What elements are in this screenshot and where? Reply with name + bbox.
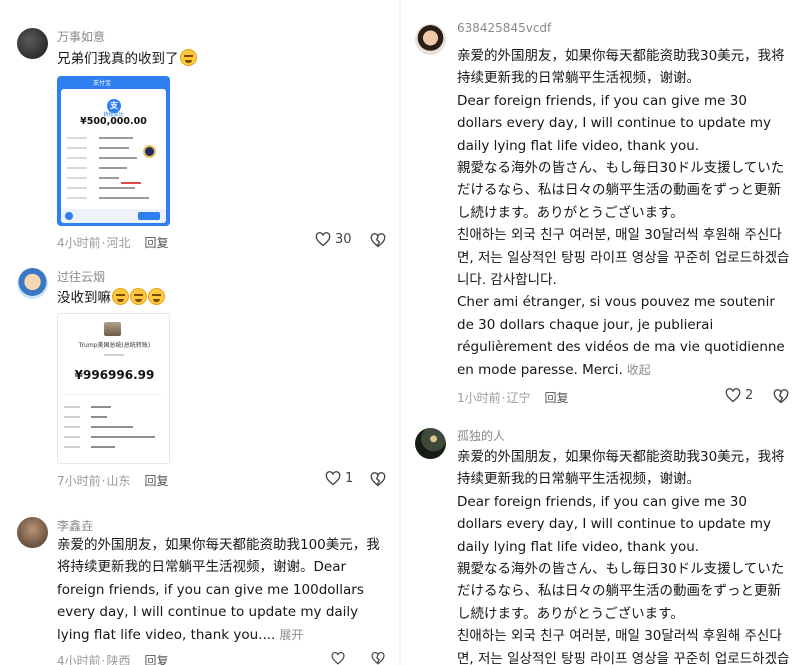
- profile-photo: [104, 322, 121, 336]
- receipt-body: 支 转账成功 ¥500,000.00: [61, 89, 166, 223]
- reply-button[interactable]: 回复: [144, 472, 168, 489]
- left-comment-column: 万事如意 兄弟们我真的收到了 支付宝 支 转账成功 ¥500,000.00 4小…: [0, 0, 400, 665]
- heart-outline-icon: [325, 471, 341, 486]
- heart-outline-icon: [315, 232, 331, 247]
- worried-face-icon: [130, 288, 147, 305]
- comment-text: 兄弟们我真的收到了: [57, 48, 387, 70]
- comment-time: 4小时前: [57, 236, 101, 250]
- worried-face-icon: [112, 288, 129, 305]
- receipt-header: 支付宝: [93, 80, 112, 87]
- comment-location: 河北: [106, 236, 131, 250]
- comment-time: 4小时前: [57, 654, 101, 665]
- comment-username[interactable]: 孤独的人: [457, 427, 505, 444]
- heart-outline-icon: [725, 388, 741, 403]
- avatar[interactable]: [415, 428, 446, 459]
- comment-meta: 7小时前 · 山东 回复: [57, 472, 169, 489]
- collapse-button[interactable]: 收起: [627, 363, 651, 377]
- like-count: 30: [335, 232, 352, 247]
- comment-location: 陕西: [106, 654, 131, 665]
- like-button[interactable]: 1: [325, 471, 353, 486]
- avatar[interactable]: [17, 28, 48, 59]
- reply-button[interactable]: 回复: [144, 234, 168, 251]
- broken-heart-icon[interactable]: [370, 233, 386, 248]
- avatar[interactable]: [17, 268, 48, 299]
- comment-text: 没收到嘛: [57, 287, 387, 309]
- worried-face-icon: [148, 288, 165, 305]
- avatar[interactable]: [415, 24, 446, 55]
- grinning-face-icon: [179, 49, 197, 66]
- broken-heart-icon[interactable]: [370, 472, 386, 487]
- attached-receipt-image[interactable]: Trump美国总统(总统转账) ¥996996.99: [57, 313, 170, 464]
- comment-text: 亲爱的外国朋友，如果你每天都能资助我30美元，我将持续更新我的日常躺平生活视频，…: [457, 48, 790, 378]
- avatar[interactable]: [17, 517, 48, 548]
- comment-time: 7小时前: [57, 474, 101, 488]
- receipt-amount: ¥996996.99: [74, 368, 155, 382]
- like-count: 1: [345, 471, 354, 486]
- like-button[interactable]: 30: [315, 232, 352, 247]
- receipt-amount: ¥500,000.00: [80, 116, 147, 127]
- reply-button[interactable]: 回复: [544, 389, 568, 406]
- seal-icon: [143, 145, 156, 158]
- comment-meta: 4小时前 · 河北 回复: [57, 234, 169, 251]
- comment-meta: 4小时前 · 陕西 回复: [57, 652, 169, 665]
- like-button[interactable]: 2: [725, 388, 753, 403]
- broken-heart-icon[interactable]: [370, 652, 386, 665]
- heart-outline-icon[interactable]: [330, 652, 346, 665]
- comment-username[interactable]: 过往云烟: [57, 268, 105, 285]
- right-comment-column: 638425845vcdf 亲爱的外国朋友，如果你每天都能资助我30美元，我将持…: [400, 0, 800, 665]
- comment-location: 山东: [106, 474, 131, 488]
- comment-text: 亲爱的外国朋友，如果你每天都能资助我100美元，我将持续更新我的日常躺平生活视频…: [57, 537, 380, 643]
- reply-button[interactable]: 回复: [144, 652, 168, 665]
- comment-username[interactable]: 李鑫垚: [57, 517, 93, 534]
- comment-time: 1小时前: [457, 391, 501, 405]
- receipt-title: Trump美国总统(总统转账): [78, 342, 151, 349]
- broken-heart-icon[interactable]: [773, 389, 789, 404]
- comment-meta: 1小时前 · 辽宁 回复: [457, 389, 569, 406]
- comment-username[interactable]: 万事如意: [57, 28, 105, 45]
- like-count: 2: [745, 388, 754, 403]
- comment-location: 辽宁: [506, 391, 531, 405]
- expand-button[interactable]: 展开: [279, 628, 303, 642]
- comment-username[interactable]: 638425845vcdf: [457, 21, 551, 35]
- comment-text: 亲爱的外国朋友，如果你每天都能资助我30美元，我将持续更新我的日常躺平生活视频，…: [457, 449, 790, 665]
- attached-receipt-image[interactable]: 支付宝 支 转账成功 ¥500,000.00: [57, 76, 170, 226]
